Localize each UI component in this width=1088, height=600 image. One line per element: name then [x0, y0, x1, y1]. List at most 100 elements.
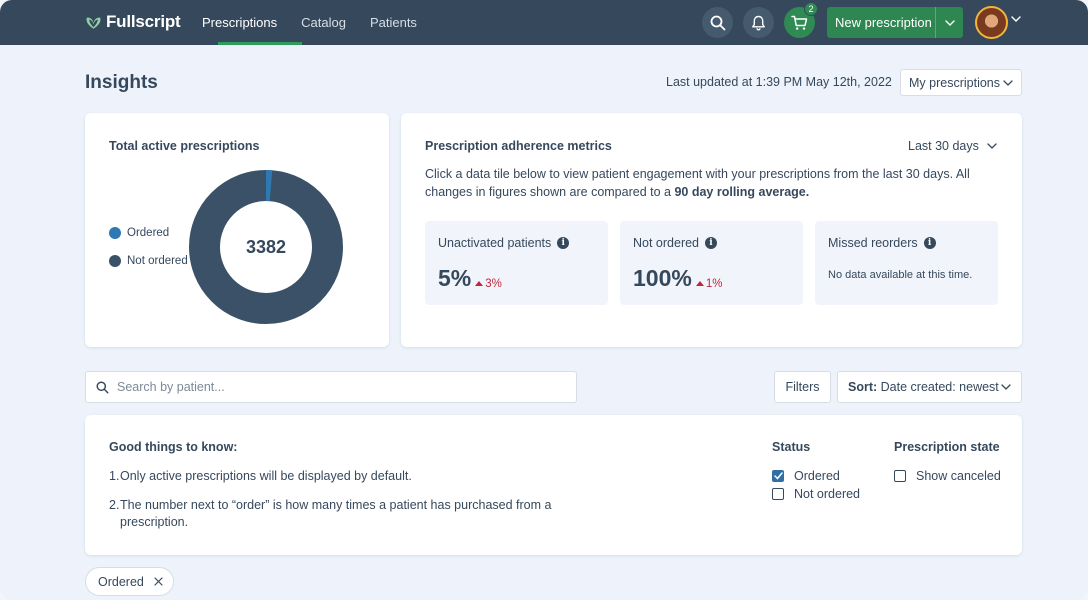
cart-button[interactable]: 2 — [784, 2, 818, 38]
legend-label: Not ordered — [127, 255, 188, 267]
info-icon[interactable]: i — [923, 237, 936, 249]
status-option-not-ordered[interactable]: Not ordered — [772, 487, 860, 501]
chevron-down-icon — [1001, 384, 1011, 390]
app-frame: Fullscript Prescriptions Catalog Patient… — [0, 0, 1088, 600]
status-option-ordered[interactable]: Ordered — [772, 469, 840, 483]
chip-label: Ordered — [98, 574, 144, 589]
chevron-down-icon — [987, 143, 997, 149]
tile-value: 100% 1% — [633, 265, 722, 292]
tile-label: Unactivated patients i — [438, 236, 570, 250]
new-prescription-button[interactable]: New prescription — [827, 7, 963, 38]
good-things-title: Good things to know: — [109, 440, 238, 454]
legend-dot-ordered — [109, 227, 121, 239]
checkbox-label: Show canceled — [916, 469, 1001, 483]
list-item: 2. The number next to “order” is how man… — [109, 497, 569, 531]
active-filter-chip: Ordered — [85, 567, 174, 596]
nav-tab-catalog[interactable]: Catalog — [289, 0, 358, 45]
tile-label-text: Missed reorders — [828, 236, 918, 250]
sort-prefix: Sort: — [848, 380, 878, 394]
filters-label: Filters — [785, 380, 820, 394]
tile-value-number: 100% — [633, 265, 692, 291]
cart-count-badge: 2 — [804, 2, 818, 16]
new-prescription-dropdown[interactable] — [935, 7, 963, 38]
period-select-value: Last 30 days — [908, 139, 979, 153]
chevron-down-icon — [944, 19, 955, 26]
filters-button[interactable]: Filters — [774, 371, 831, 403]
notifications-button[interactable] — [743, 7, 774, 38]
checkbox-checked[interactable] — [772, 470, 784, 482]
description-emphasis: 90 day rolling average. — [674, 184, 810, 199]
list-item: 1. Only active prescriptions will be dis… — [109, 468, 569, 485]
list-item-number: 2. — [109, 498, 120, 512]
list-item-text: The number next to “order” is how many t… — [120, 498, 552, 529]
tile-value: 5% 3% — [438, 265, 502, 292]
chevron-down-icon — [1003, 79, 1013, 86]
prescription-state-heading: Prescription state — [894, 440, 1000, 454]
donut-total-value: 3382 — [246, 237, 286, 257]
search-input[interactable] — [117, 380, 557, 394]
user-avatar[interactable] — [975, 6, 1008, 39]
tile-label: Missed reorders i — [828, 236, 936, 250]
search-button[interactable] — [702, 7, 733, 38]
tile-no-data-text: No data available at this time. — [828, 269, 973, 281]
tile-delta: 3% — [475, 278, 502, 290]
nav-tab-label: Patients — [369, 15, 417, 30]
new-prescription-label: New prescription — [835, 15, 932, 30]
tile-delta: 1% — [695, 277, 723, 290]
bell-icon — [752, 15, 765, 31]
fullscript-logo[interactable]: Fullscript — [85, 12, 181, 32]
search-icon — [96, 380, 109, 394]
close-icon[interactable] — [154, 577, 163, 586]
legend-item-not-ordered: Not ordered — [109, 255, 188, 267]
trend-up-icon — [475, 281, 484, 286]
list-item-text: Only active prescriptions will be displa… — [120, 469, 412, 483]
tile-not-ordered[interactable]: Not ordered i 100% 1% — [620, 221, 803, 305]
adherence-description: Click a data tile below to view patient … — [425, 166, 995, 201]
tile-unactivated-patients[interactable]: Unactivated patients i 5% 3% — [425, 221, 608, 305]
state-option-show-canceled[interactable]: Show canceled — [894, 469, 1001, 483]
checkbox-unchecked[interactable] — [772, 488, 784, 500]
tile-label: Not ordered i — [633, 236, 718, 250]
tile-delta-value: 1% — [705, 277, 723, 290]
legend-label: Ordered — [127, 227, 170, 239]
good-things-list: 1. Only active prescriptions will be dis… — [109, 468, 569, 543]
leaf-logo-icon — [86, 17, 101, 29]
tile-label-text: Not ordered — [633, 236, 700, 250]
period-select[interactable]: Last 30 days — [908, 139, 997, 153]
tile-missed-reorders[interactable]: Missed reorders i No data available at t… — [815, 221, 998, 305]
list-item-number: 1. — [109, 469, 120, 483]
tile-label-text: Unactivated patients — [438, 236, 552, 250]
sort-value: Date created: newest — [880, 380, 999, 394]
prescriptions-scope-select[interactable]: My prescriptions — [900, 69, 1022, 96]
sort-select-text: Sort: Date created: newest — [848, 380, 999, 394]
prescriptions-donut-chart[interactable]: 3382 — [189, 170, 343, 324]
checkbox-label: Not ordered — [794, 487, 861, 501]
nav-tab-label: Prescriptions — [202, 15, 278, 30]
chevron-down-icon[interactable] — [1011, 16, 1021, 22]
info-icon[interactable]: i — [705, 237, 718, 249]
info-icon[interactable]: i — [557, 237, 570, 249]
tile-delta-value: 3% — [485, 277, 502, 290]
logo-text: Fullscript — [106, 12, 181, 31]
nav-tab-patients[interactable]: Patients — [358, 0, 429, 45]
scope-select-value: My prescriptions — [909, 75, 1000, 90]
main-nav: Prescriptions Catalog Patients — [190, 0, 429, 45]
tile-value-number: 5% — [438, 265, 472, 291]
adherence-card-title: Prescription adherence metrics — [425, 139, 612, 153]
cart-icon — [791, 15, 808, 30]
nav-tab-label: Catalog — [301, 15, 346, 30]
trend-up-icon — [695, 281, 704, 286]
sort-select[interactable]: Sort: Date created: newest — [837, 371, 1022, 403]
patient-search[interactable] — [85, 371, 577, 403]
last-updated-text: Last updated at 1:39 PM May 12th, 2022 — [666, 75, 892, 89]
total-card-title: Total active prescriptions — [109, 139, 260, 153]
checkbox-unchecked[interactable] — [894, 470, 906, 482]
page-title: Insights — [85, 72, 158, 93]
checkbox-label: Ordered — [794, 469, 840, 483]
search-icon — [710, 15, 725, 30]
legend-dot-not-ordered — [109, 255, 121, 267]
checkmark-icon — [773, 472, 783, 480]
legend-item-ordered: Ordered — [109, 227, 169, 239]
status-heading: Status — [772, 440, 811, 454]
nav-tab-prescriptions[interactable]: Prescriptions — [190, 0, 303, 45]
